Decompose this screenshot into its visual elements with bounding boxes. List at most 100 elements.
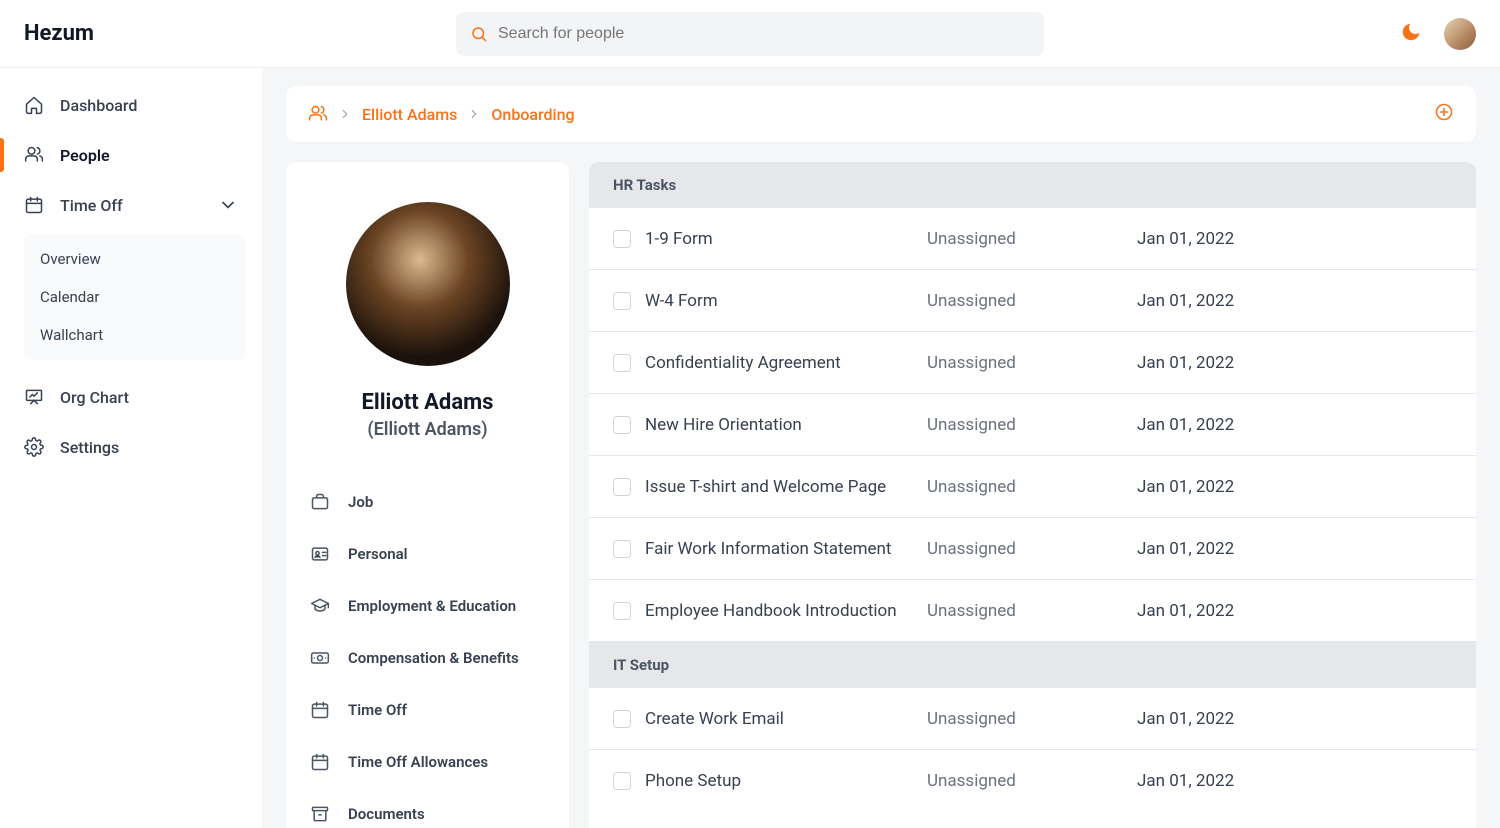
profile-tab-label: Time Off Allowances — [348, 753, 488, 771]
task-checkbox[interactable] — [613, 710, 631, 728]
task-title: Issue T-shirt and Welcome Page — [645, 477, 927, 497]
id-card-icon — [310, 544, 330, 564]
theme-toggle[interactable] — [1400, 21, 1422, 47]
sidebar-item-time-off[interactable]: Time Off — [0, 180, 262, 230]
chevron-right-icon — [467, 107, 481, 121]
search-input[interactable] — [498, 25, 1030, 43]
breadcrumb-page[interactable]: Onboarding — [491, 105, 574, 124]
app-logo[interactable]: Hezum — [24, 21, 94, 46]
calendar-icon — [310, 752, 330, 772]
sidebar-subitem-wallchart[interactable]: Wallchart — [24, 316, 246, 354]
presentation-icon — [24, 387, 44, 407]
task-row[interactable]: Create Work EmailUnassignedJan 01, 2022 — [589, 688, 1476, 750]
briefcase-icon — [310, 492, 330, 512]
task-due-date: Jan 01, 2022 — [1137, 709, 1234, 729]
task-due-date: Jan 01, 2022 — [1137, 601, 1234, 621]
users-icon — [24, 145, 44, 165]
task-row[interactable]: 1-9 FormUnassignedJan 01, 2022 — [589, 208, 1476, 270]
profile-tab-time-off-allowances[interactable]: Time Off Allowances — [304, 736, 551, 788]
task-assignee: Unassigned — [927, 353, 1137, 373]
task-due-date: Jan 01, 2022 — [1137, 539, 1234, 559]
task-assignee: Unassigned — [927, 477, 1137, 497]
task-title: 1-9 Form — [645, 229, 927, 249]
profile-tab-compensation-benefits[interactable]: Compensation & Benefits — [304, 632, 551, 684]
sidebar-submenu-time-off: Overview Calendar Wallchart — [24, 234, 246, 360]
task-title: Confidentiality Agreement — [645, 353, 927, 373]
moon-icon — [1400, 21, 1422, 43]
task-title: Employee Handbook Introduction — [645, 601, 927, 621]
users-icon — [308, 104, 328, 124]
task-due-date: Jan 01, 2022 — [1137, 771, 1234, 791]
chevron-right-icon — [338, 107, 352, 121]
user-avatar[interactable] — [1444, 18, 1476, 50]
profile-tab-label: Documents — [348, 805, 425, 823]
sidebar-subitem-calendar[interactable]: Calendar — [24, 278, 246, 316]
breadcrumb-person[interactable]: Elliott Adams — [362, 105, 457, 124]
profile-tab-time-off[interactable]: Time Off — [304, 684, 551, 736]
profile-tab-employment-education[interactable]: Employment & Education — [304, 580, 551, 632]
add-button[interactable] — [1434, 102, 1454, 126]
search-icon — [470, 25, 488, 43]
task-checkbox[interactable] — [613, 416, 631, 434]
sidebar-item-label: Settings — [60, 438, 119, 457]
task-due-date: Jan 01, 2022 — [1137, 415, 1234, 435]
profile-tab-label: Job — [348, 493, 373, 511]
task-checkbox[interactable] — [613, 478, 631, 496]
sidebar-subitem-overview[interactable]: Overview — [24, 240, 246, 278]
task-row[interactable]: New Hire OrientationUnassignedJan 01, 20… — [589, 394, 1476, 456]
archive-icon — [310, 804, 330, 824]
task-assignee: Unassigned — [927, 539, 1137, 559]
task-title: New Hire Orientation — [645, 415, 927, 435]
app-header: Hezum — [0, 0, 1500, 68]
profile-alias: (Elliott Adams) — [304, 419, 551, 440]
task-checkbox[interactable] — [613, 354, 631, 372]
sidebar-item-label: Time Off — [60, 196, 123, 215]
profile-card: Elliott Adams (Elliott Adams) JobPersona… — [286, 162, 569, 828]
gear-icon — [24, 437, 44, 457]
sidebar-item-label: Dashboard — [60, 96, 137, 115]
task-title: W-4 Form — [645, 291, 927, 311]
main-content: Elliott Adams Onboarding Elliott Adams (… — [262, 68, 1500, 828]
grad-cap-icon — [310, 596, 330, 616]
breadcrumb: Elliott Adams Onboarding — [286, 86, 1476, 142]
task-checkbox[interactable] — [613, 230, 631, 248]
profile-tab-personal[interactable]: Personal — [304, 528, 551, 580]
task-checkbox[interactable] — [613, 292, 631, 310]
profile-avatar[interactable] — [346, 202, 510, 366]
sidebar-item-label: Org Chart — [60, 388, 129, 407]
task-row[interactable]: W-4 FormUnassignedJan 01, 2022 — [589, 270, 1476, 332]
task-row[interactable]: Confidentiality AgreementUnassignedJan 0… — [589, 332, 1476, 394]
money-icon — [310, 648, 330, 668]
task-row[interactable]: Employee Handbook IntroductionUnassigned… — [589, 580, 1476, 642]
task-assignee: Unassigned — [927, 601, 1137, 621]
sidebar: Dashboard People Time Off Overview Calen… — [0, 68, 262, 828]
profile-tab-documents[interactable]: Documents — [304, 788, 551, 828]
profile-tab-label: Time Off — [348, 701, 407, 719]
task-assignee: Unassigned — [927, 229, 1137, 249]
task-section-header: IT Setup — [589, 642, 1476, 688]
task-assignee: Unassigned — [927, 291, 1137, 311]
chevron-down-icon — [218, 195, 238, 215]
profile-tab-label: Personal — [348, 545, 408, 563]
home-icon — [24, 95, 44, 115]
task-title: Create Work Email — [645, 709, 927, 729]
task-row[interactable]: Issue T-shirt and Welcome PageUnassigned… — [589, 456, 1476, 518]
task-assignee: Unassigned — [927, 709, 1137, 729]
task-panel: HR Tasks1-9 FormUnassignedJan 01, 2022W-… — [589, 162, 1476, 828]
task-checkbox[interactable] — [613, 602, 631, 620]
sidebar-item-org-chart[interactable]: Org Chart — [0, 372, 262, 422]
calendar-icon — [24, 195, 44, 215]
task-checkbox[interactable] — [613, 540, 631, 558]
sidebar-item-dashboard[interactable]: Dashboard — [0, 80, 262, 130]
profile-tab-job[interactable]: Job — [304, 476, 551, 528]
profile-tab-label: Compensation & Benefits — [348, 649, 519, 667]
sidebar-item-people[interactable]: People — [0, 130, 262, 180]
task-due-date: Jan 01, 2022 — [1137, 353, 1234, 373]
task-checkbox[interactable] — [613, 772, 631, 790]
task-row[interactable]: Phone SetupUnassignedJan 01, 2022 — [589, 750, 1476, 812]
plus-circle-icon — [1434, 102, 1454, 122]
search-field[interactable] — [456, 12, 1044, 56]
sidebar-item-settings[interactable]: Settings — [0, 422, 262, 472]
task-due-date: Jan 01, 2022 — [1137, 229, 1234, 249]
task-row[interactable]: Fair Work Information StatementUnassigne… — [589, 518, 1476, 580]
